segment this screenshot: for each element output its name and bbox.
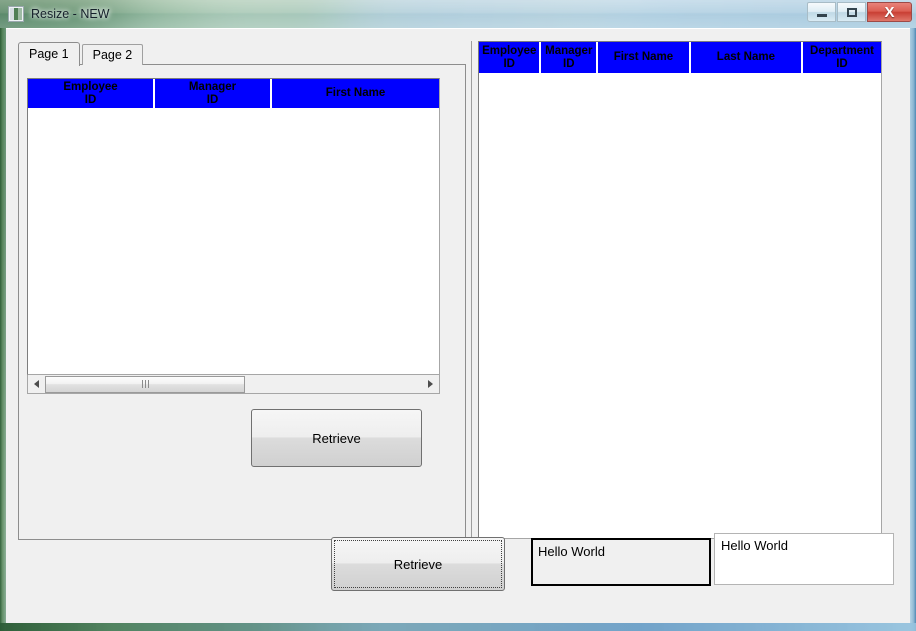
window-frame-bottom xyxy=(0,623,916,631)
grid-left-col-manager-id[interactable]: Manager ID xyxy=(155,79,272,108)
col-label-line1: Last Name xyxy=(716,51,775,63)
window-frame-right xyxy=(910,28,916,631)
minimize-icon xyxy=(816,13,827,17)
col-label-line1: First Name xyxy=(325,87,386,99)
col-label-line2: ID xyxy=(563,57,575,70)
tab-page-1-label: Page 1 xyxy=(29,47,69,61)
maximize-button[interactable] xyxy=(837,2,866,22)
scroll-right-arrow-icon[interactable] xyxy=(422,376,439,393)
hello-world-textbox-1-value: Hello World xyxy=(538,544,605,559)
employee-grid-left[interactable]: Employee ID Manager ID First Name xyxy=(27,78,440,375)
title-bar[interactable]: Resize - NEW X xyxy=(0,0,916,28)
tab-page-2-label: Page 2 xyxy=(92,48,133,62)
scrollbar-thumb[interactable] xyxy=(45,375,245,393)
close-icon: X xyxy=(884,3,895,21)
tab-control: Page 1 Page 2 Employee ID Manager ID Fir… xyxy=(18,41,466,540)
col-label-line2: ID xyxy=(84,93,97,106)
grid-left-col-employee-id[interactable]: Employee ID xyxy=(28,79,155,108)
grid-right-col-last-name[interactable]: Last Name xyxy=(690,42,803,73)
retrieve-button-main-label: Retrieve xyxy=(393,556,443,572)
hello-world-textbox-2-value: Hello World xyxy=(721,538,788,553)
tab-strip: Page 1 Page 2 xyxy=(18,41,144,66)
panel-splitter[interactable] xyxy=(471,41,475,540)
hello-world-textbox-2[interactable]: Hello World xyxy=(714,533,894,585)
window-title: Resize - NEW xyxy=(31,7,110,21)
retrieve-button-page-label: Retrieve xyxy=(312,430,361,446)
hello-world-textbox-1[interactable]: Hello World xyxy=(531,538,711,586)
retrieve-button-page[interactable]: Retrieve xyxy=(251,409,422,467)
grid-left-col-first-name[interactable]: First Name xyxy=(272,79,439,108)
tab-page-1-panel: Employee ID Manager ID First Name Retrie… xyxy=(18,64,466,540)
application-icon xyxy=(8,6,24,22)
col-label-line2: ID xyxy=(206,93,219,106)
col-label-line1: First Name xyxy=(613,51,674,63)
caption-button-group: X xyxy=(807,2,912,22)
grid-left-header-row: Employee ID Manager ID First Name xyxy=(28,79,439,108)
grid-right-col-manager-id[interactable]: Manager ID xyxy=(541,42,599,73)
col-label-line1: Employee xyxy=(482,44,537,57)
grid-right-col-first-name[interactable]: First Name xyxy=(598,42,691,73)
scroll-left-arrow-icon[interactable] xyxy=(28,376,45,393)
minimize-button[interactable] xyxy=(807,2,836,22)
scrollbar-grip-icon xyxy=(141,380,149,388)
col-label-line1: Manager xyxy=(545,44,593,57)
maximize-icon xyxy=(846,7,857,17)
col-label-line2: ID xyxy=(503,57,515,70)
retrieve-button-main[interactable]: Retrieve xyxy=(331,537,505,591)
application-window: Resize - NEW X Page 1 Page 2 Employee ID… xyxy=(0,0,916,631)
col-label-line2: ID xyxy=(836,57,848,70)
grid-left-horizontal-scrollbar[interactable] xyxy=(27,375,440,394)
tab-page-2[interactable]: Page 2 xyxy=(81,44,144,65)
grid-right-header-row: Employee ID Manager ID First Name Last N… xyxy=(479,42,881,73)
tab-page-1[interactable]: Page 1 xyxy=(18,42,80,66)
client-area: Page 1 Page 2 Employee ID Manager ID Fir… xyxy=(6,28,910,623)
col-label-line1: Employee xyxy=(63,80,118,93)
close-button[interactable]: X xyxy=(867,2,912,22)
grid-right-col-department-id[interactable]: Department ID xyxy=(802,42,881,73)
col-label-line1: Department xyxy=(810,44,874,57)
scrollbar-track[interactable] xyxy=(45,375,422,393)
employee-grid-right[interactable]: Employee ID Manager ID First Name Last N… xyxy=(478,41,882,539)
col-label-line1: Manager xyxy=(188,80,237,93)
grid-right-col-employee-id[interactable]: Employee ID xyxy=(479,42,542,73)
